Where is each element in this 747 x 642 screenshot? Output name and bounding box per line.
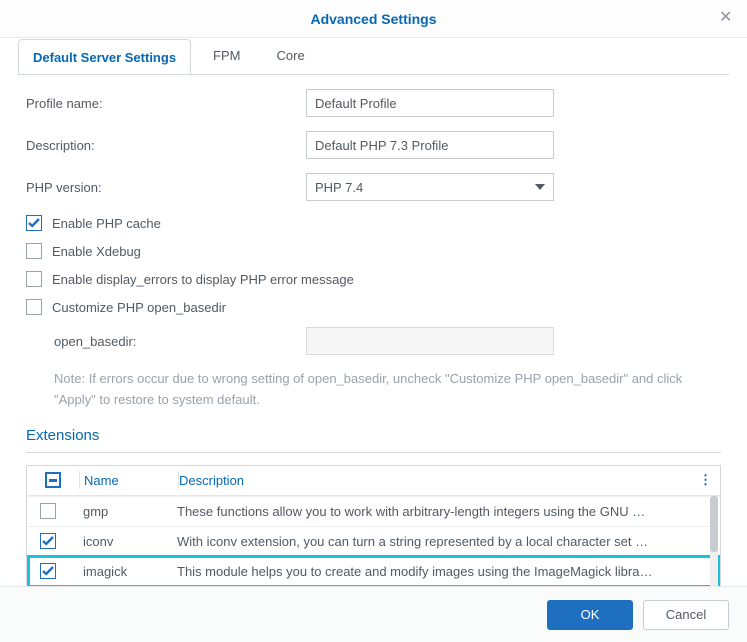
table-menu-icon[interactable]: ⋮ <box>699 472 712 488</box>
dialog-window: Advanced Settings ✕ Default Server Setti… <box>0 0 747 642</box>
description-input[interactable] <box>306 131 554 159</box>
customize-open-basedir-checkbox[interactable] <box>26 299 42 315</box>
table-row[interactable]: iconvWith iconv extension, you can turn … <box>27 526 720 556</box>
enable-xdebug-label: Enable Xdebug <box>52 244 141 259</box>
table-row[interactable]: gmpThese functions allow you to work wit… <box>27 496 720 526</box>
php-version-label: PHP version: <box>26 180 306 195</box>
row-checkbox[interactable] <box>40 563 56 579</box>
titlebar: Advanced Settings ✕ <box>0 0 747 38</box>
table-body: gmpThese functions allow you to work wit… <box>27 496 720 586</box>
tab-default-server-settings[interactable]: Default Server Settings <box>18 39 191 76</box>
row-name: imagick <box>79 564 177 579</box>
php-version-value: PHP 7.4 <box>315 180 363 195</box>
open-basedir-note: Note: If errors occur due to wrong setti… <box>54 369 721 411</box>
open-basedir-label: open_basedir: <box>54 334 306 349</box>
tab-core[interactable]: Core <box>263 38 319 75</box>
row-name: gmp <box>79 504 177 519</box>
description-label: Description: <box>26 138 306 153</box>
column-description[interactable]: Description <box>179 473 720 488</box>
row-description: These functions allow you to work with a… <box>177 504 720 519</box>
row-description: This module helps you to create and modi… <box>177 564 720 579</box>
scrollbar-thumb[interactable] <box>710 496 718 552</box>
table-row[interactable]: imagickThis module helps you to create a… <box>27 556 720 586</box>
chevron-down-icon <box>535 184 545 190</box>
column-name[interactable]: Name <box>80 473 178 488</box>
customize-open-basedir-label: Customize PHP open_basedir <box>52 300 226 315</box>
enable-php-cache-checkbox[interactable] <box>26 215 42 231</box>
extensions-title: Extensions <box>26 427 721 444</box>
extensions-table: Name Description ⋮ gmpThese functions al… <box>26 465 721 586</box>
dialog-title: Advanced Settings <box>310 11 436 27</box>
tab-fpm[interactable]: FPM <box>199 38 254 75</box>
cancel-button[interactable]: Cancel <box>643 600 729 630</box>
enable-display-errors-label: Enable display_errors to display PHP err… <box>52 272 354 287</box>
ok-button[interactable]: OK <box>547 600 633 630</box>
enable-display-errors-checkbox[interactable] <box>26 271 42 287</box>
tabstrip: Default Server Settings FPM Core <box>0 38 747 75</box>
row-checkbox[interactable] <box>40 503 56 519</box>
row-description: With iconv extension, you can turn a str… <box>177 534 720 549</box>
table-header: Name Description ⋮ <box>27 466 720 496</box>
divider <box>26 452 721 453</box>
dialog-footer: OK Cancel <box>0 586 747 642</box>
row-name: iconv <box>79 534 177 549</box>
open-basedir-input <box>306 327 554 355</box>
php-version-select[interactable]: PHP 7.4 <box>306 173 554 201</box>
profile-name-input[interactable] <box>306 89 554 117</box>
profile-name-label: Profile name: <box>26 96 306 111</box>
row-checkbox[interactable] <box>40 533 56 549</box>
content-area: Profile name: Description: PHP version: … <box>0 75 747 586</box>
select-all-checkbox[interactable] <box>45 472 61 488</box>
close-icon[interactable]: ✕ <box>719 10 735 26</box>
enable-xdebug-checkbox[interactable] <box>26 243 42 259</box>
enable-php-cache-label: Enable PHP cache <box>52 216 161 231</box>
